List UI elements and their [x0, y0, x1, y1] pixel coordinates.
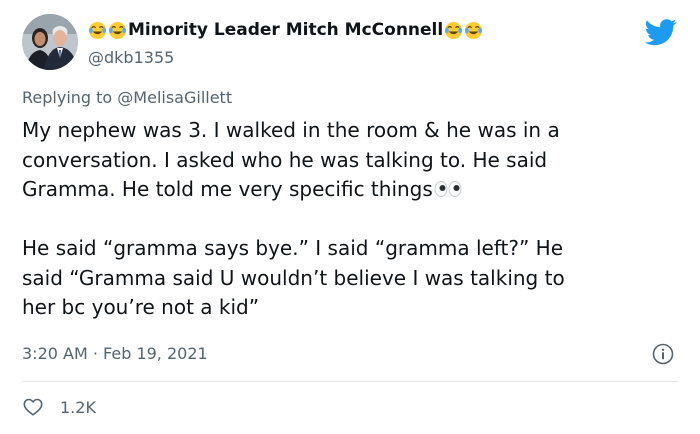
tweet-text-line: conversation. I asked who he was talking… [22, 147, 548, 172]
tweet-text: My nephew was 3. I walked in the room & … [22, 116, 687, 323]
like-button[interactable]: 1.2K [22, 396, 96, 418]
twitter-bird-icon[interactable] [645, 16, 677, 48]
tweet-timestamp[interactable]: 3:20 AM · Feb 19, 2021 [22, 344, 208, 363]
author-display-name[interactable]: Minority Leader Mitch McConnell [128, 20, 443, 40]
joy-emoji-icon [445, 21, 463, 39]
heart-icon [23, 398, 43, 416]
tweet-text-line: Gramma. He told me very specific things [22, 175, 687, 205]
eyes-emoji-icon [434, 181, 462, 197]
like-count: 1.2K [60, 397, 96, 417]
info-icon[interactable] [652, 343, 674, 365]
tweet-card: Minority Leader Mitch McConnell @dkb1355… [0, 0, 700, 434]
avatar[interactable] [22, 14, 78, 70]
joy-emoji-icon [88, 21, 107, 39]
tweet-text-segment: Gramma. He told me very specific things [22, 177, 433, 201]
reply-mention-link[interactable]: @MelisaGillett [117, 88, 232, 107]
joy-emoji-icon [465, 21, 483, 39]
divider [22, 381, 678, 382]
replying-to-label: Replying to [22, 88, 113, 107]
author-name-row[interactable]: Minority Leader Mitch McConnell [88, 20, 484, 40]
replying-to: Replying to @MelisaGillett [22, 88, 232, 107]
tweet-text-line: My nephew was 3. I walked in the room & … [22, 118, 560, 142]
tweet-text-line: said “Gramma said U wouldn’t believe I w… [22, 265, 565, 290]
tweet-text-line: He said “gramma says bye.” I said “gramm… [22, 236, 564, 260]
tweet-text-line: her bc you’re not a kid” [22, 295, 260, 319]
joy-emoji-icon [108, 21, 127, 39]
author-handle[interactable]: @dkb1355 [88, 48, 174, 67]
